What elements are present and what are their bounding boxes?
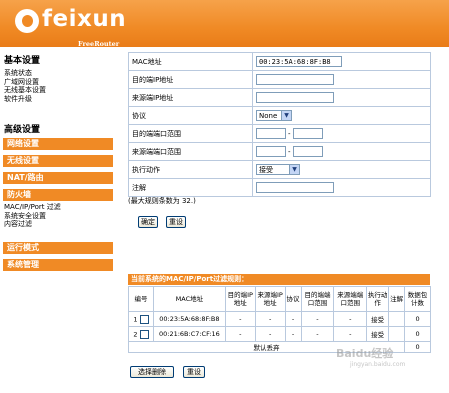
rules-table-title: 当前系统的MAC/IP/Port过滤规则： [128,274,430,285]
baidu-watermark-url: jingyan.baidu.com [350,361,406,368]
src-port-start-input[interactable] [256,146,286,157]
table-row: 1 00:23:5A:68:8F:B8 - - - - - 接受 0 [128,311,431,327]
row-dst-ip: - [224,326,256,342]
col-header-mac: MAC地址 [152,286,226,312]
sidebar: 基本设置 系统状态 广域网设置 无线基本设置 软件升级 高级设置 网络设置 无线… [0,47,117,393]
action-label: 执行动作 [128,160,253,179]
row-number: 2 [133,330,138,338]
row-src-ip: - [254,326,286,342]
col-header-packet-count: 数据包计数 [404,286,431,312]
protocol-value: None [259,112,278,120]
reset-rules-button[interactable]: 重设 [183,366,205,378]
chevron-down-icon: ▼ [289,165,299,174]
basic-settings-title: 基本设置 [4,56,41,66]
sidebar-item-mac-ip-port-filter[interactable]: MAC/IP/Port 过滤 [4,203,61,212]
sidebar-item-firmware-upgrade[interactable]: 软件升级 [4,95,46,104]
sidebar-item-wan-settings[interactable]: 广域网设置 [4,78,46,87]
delete-selected-button[interactable]: 选择删除 [130,366,174,378]
row-comment [388,326,406,342]
mac-label: MAC地址 [128,52,253,71]
row-dst-ip: - [224,311,256,327]
advanced-settings-title: 高级设置 [4,125,41,135]
logo-mark-icon [15,9,39,33]
src-port-label: 来源端端口范围 [128,142,253,161]
row-comment [388,311,406,327]
dst-port-separator: - [288,129,291,138]
row-src-port: - [333,311,368,327]
sidebar-item-system-status[interactable]: 系统状态 [4,69,46,78]
comment-label: 注解 [128,178,253,197]
src-port-separator: - [288,147,291,156]
logo-text: feixun [42,6,127,32]
max-rules-note: (最大规则条数为 32.) [128,197,196,205]
mac-address-input[interactable]: 00:23:5A:68:8F:B8 [256,56,342,67]
row-action: 接受 [366,326,390,342]
src-port-end-input[interactable] [292,146,323,157]
rules-table: 编号 MAC地址 目的端IP地址 来源端IP地址 协议 目的端端口范围 来源端端… [127,286,431,353]
header-banner: feixun FreeRouter 605 [0,0,449,56]
protocol-label: 协议 [128,106,253,125]
sidebar-item-network[interactable]: 网络设置 [3,138,113,150]
col-header-comment: 注解 [388,286,406,312]
feixun-logo: feixun FreeRouter 605 [15,6,127,56]
default-policy-count: 0 [404,341,431,353]
row-count: 0 [404,326,431,342]
dst-port-label: 目的端端口范围 [128,124,253,143]
table-row: 2 00:21:6B:C7:CF:16 - - - - - 接受 0 [128,326,431,342]
row-mac: 00:23:5A:68:8F:B8 [152,311,226,327]
sidebar-item-system-security[interactable]: 系统安全设置 [4,212,61,221]
row-src-ip: - [254,311,286,327]
row-dst-port: - [300,326,335,342]
row-number-cell: 2 [128,326,154,342]
row-dst-port: - [300,311,335,327]
filter-form-table: MAC地址 00:23:5A:68:8F:B8 目的端IP地址 来源端IP地址 … [128,52,431,197]
row-select-checkbox[interactable] [139,329,149,339]
basic-settings-links: 系统状态 广域网设置 无线基本设置 软件升级 [4,69,46,103]
dst-port-start-input[interactable] [256,128,286,139]
protocol-select[interactable]: None ▼ [256,110,292,121]
src-ip-label: 来源端IP地址 [128,88,253,107]
src-ip-input[interactable] [256,92,334,103]
dst-ip-input[interactable] [256,74,334,85]
sidebar-item-system-management[interactable]: 系统管理 [3,259,113,271]
col-header-dst-port: 目的端端口范围 [300,286,335,312]
sidebar-item-nat-routing[interactable]: NAT/路由 [3,172,113,184]
baidu-watermark: Baidu经验 [336,347,394,360]
row-select-checkbox[interactable] [139,314,149,324]
row-protocol: - [284,326,302,342]
comment-input[interactable] [256,182,334,193]
confirm-button[interactable]: 确定 [138,216,158,228]
sidebar-item-wireless-basic[interactable]: 无线基本设置 [4,86,46,95]
action-value: 接受 [259,166,273,174]
reset-button[interactable]: 重设 [166,216,186,228]
row-action: 接受 [366,311,390,327]
dst-ip-label: 目的端IP地址 [128,70,253,89]
dst-port-end-input[interactable] [292,128,323,139]
firewall-links: MAC/IP/Port 过滤 系统安全设置 内容过滤 [4,203,61,229]
sidebar-item-firewall[interactable]: 防火墙 [3,189,113,201]
filter-form: MAC地址 00:23:5A:68:8F:B8 目的端IP地址 来源端IP地址 … [128,52,431,197]
sidebar-item-content-filter[interactable]: 内容过滤 [4,220,61,229]
sidebar-item-run-mode[interactable]: 运行模式 [3,242,113,254]
col-header-src-ip: 来源端IP地址 [254,286,286,312]
row-protocol: - [284,311,302,327]
sidebar-item-wireless[interactable]: 无线设置 [3,155,113,167]
col-header-src-port: 来源端端口范围 [333,286,368,312]
row-number-cell: 1 [128,311,154,327]
action-select[interactable]: 接受 ▼ [256,164,300,175]
chevron-down-icon: ▼ [281,111,291,120]
col-header-number: 编号 [128,286,154,312]
col-header-dst-ip: 目的端IP地址 [224,286,256,312]
row-mac: 00:21:6B:C7:CF:16 [152,326,226,342]
col-header-action: 执行动作 [366,286,390,312]
row-number: 1 [133,315,138,323]
col-header-protocol: 协议 [284,286,302,312]
row-src-port: - [333,326,368,342]
row-count: 0 [404,311,431,327]
